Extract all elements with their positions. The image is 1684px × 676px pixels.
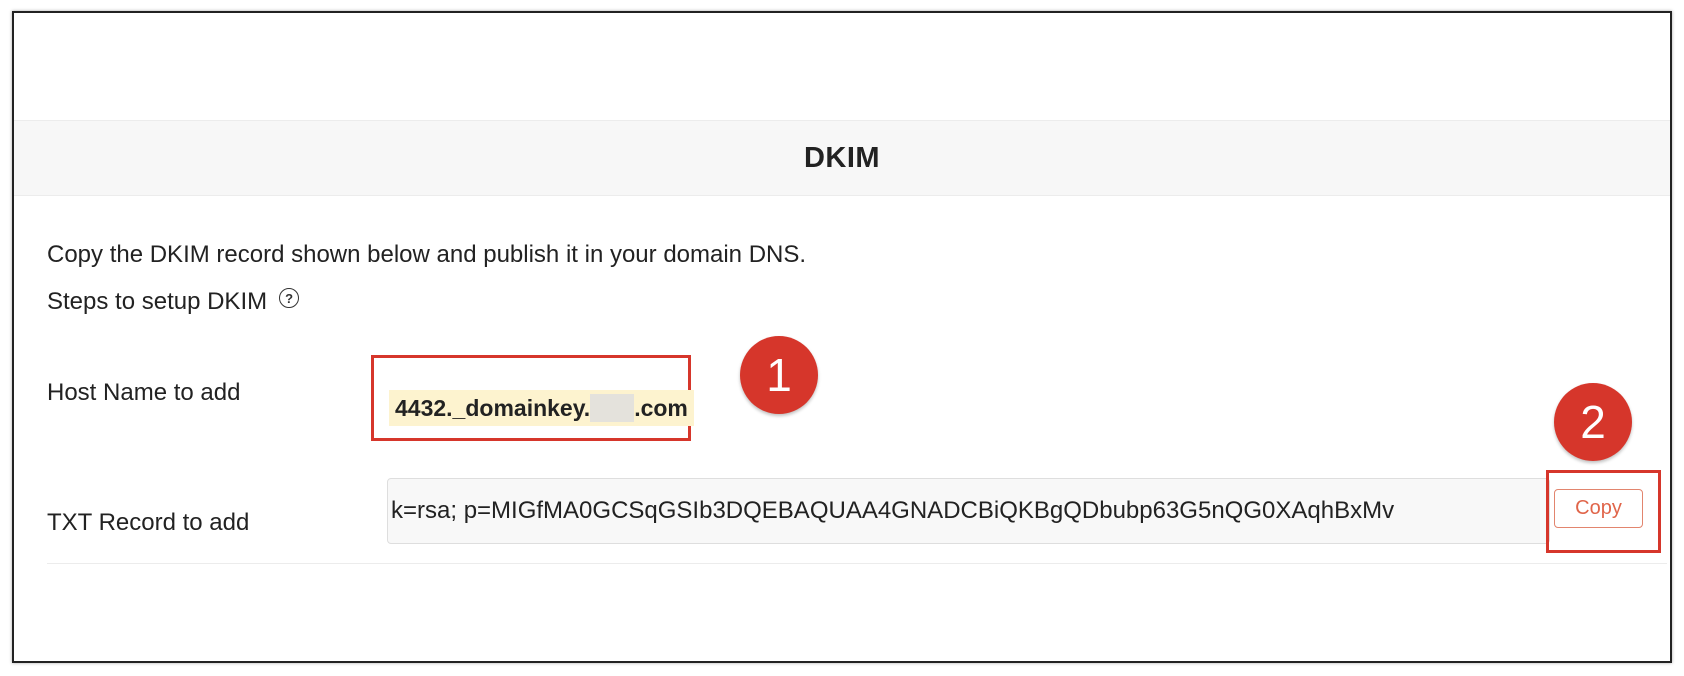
section-header: DKIM xyxy=(14,120,1670,196)
host-name-value[interactable]: 4432._domainkey. .com xyxy=(389,390,694,426)
screenshot-frame: DKIM Copy the DKIM record shown below an… xyxy=(12,11,1672,663)
divider xyxy=(47,563,1667,564)
host-value-prefix: 4432._domainkey. xyxy=(395,395,591,421)
txt-record-label: TXT Record to add xyxy=(47,509,250,536)
copy-button[interactable]: Copy xyxy=(1554,489,1643,528)
annotation-badge-2: 2 xyxy=(1554,383,1632,461)
steps-to-setup: Steps to setup DKIM ? xyxy=(47,288,300,316)
section-title: DKIM xyxy=(803,141,881,174)
annotation-badge-1: 1 xyxy=(740,336,818,414)
steps-link[interactable]: Steps to setup DKIM xyxy=(47,288,267,316)
host-value-suffix: .com xyxy=(634,395,688,421)
host-name-label: Host Name to add xyxy=(47,379,241,406)
txt-record-field[interactable]: k=rsa; p=MIGfMA0GCSqGSIb3DQEBAQUAA4GNADC… xyxy=(387,478,1550,544)
question-circle-icon[interactable]: ? xyxy=(279,288,300,308)
redacted-domain xyxy=(590,393,635,422)
dkim-description: Copy the DKIM record shown below and pub… xyxy=(47,241,807,268)
